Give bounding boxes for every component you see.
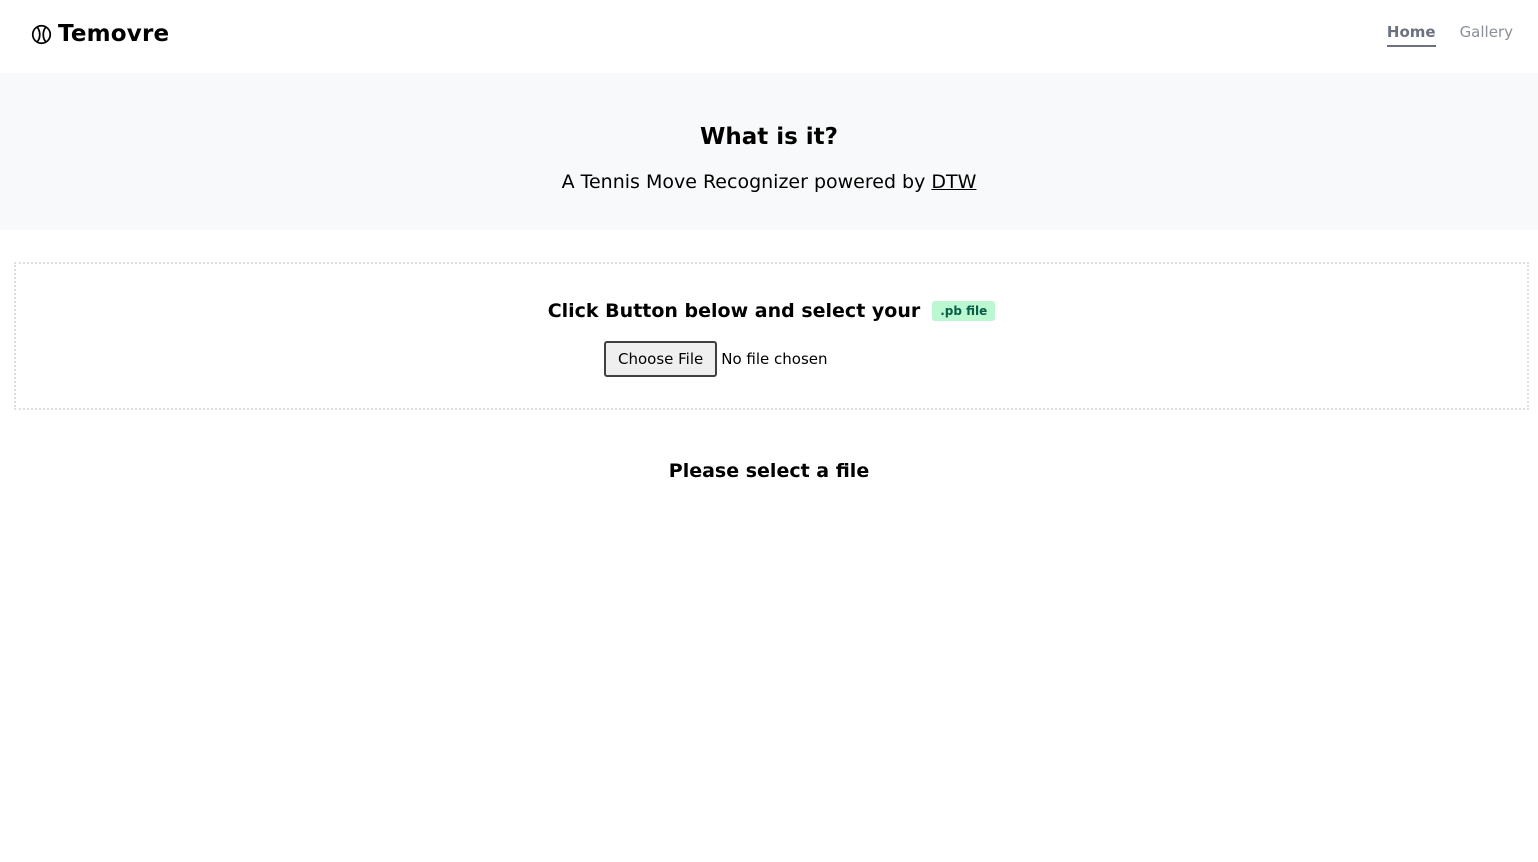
nav-home-link[interactable]: Home xyxy=(1386,23,1436,47)
hero-title: What is it? xyxy=(699,124,839,150)
dtw-link[interactable]: DTW xyxy=(931,171,976,193)
file-input[interactable]: Choose File No file chosen xyxy=(604,341,828,377)
upload-title: Click Button below and select your xyxy=(547,300,921,322)
upload-panel: Click Button below and select your .pb f… xyxy=(14,262,1529,410)
hero-section: What is it? A Tennis Move Recognizer pow… xyxy=(0,73,1538,230)
file-status: No file chosen xyxy=(721,350,828,368)
main-nav: Home Gallery xyxy=(1386,23,1513,47)
file-type-badge: .pb file xyxy=(932,301,996,321)
top-navbar: Temovre Home Gallery xyxy=(0,0,1538,73)
tennis-ball-icon xyxy=(31,24,52,44)
brand-name: Temovre xyxy=(58,21,170,47)
choose-file-button[interactable]: Choose File xyxy=(604,341,718,377)
result-message: Please select a file xyxy=(668,460,870,482)
hero-subtitle-text: A Tennis Move Recognizer powered by xyxy=(561,171,932,193)
brand[interactable]: Temovre xyxy=(31,20,169,48)
hero-subtitle: A Tennis Move Recognizer powered by DTW xyxy=(0,171,1538,193)
upload-instructions: Click Button below and select your .pb f… xyxy=(16,300,1527,322)
nav-gallery-link[interactable]: Gallery xyxy=(1460,23,1513,47)
